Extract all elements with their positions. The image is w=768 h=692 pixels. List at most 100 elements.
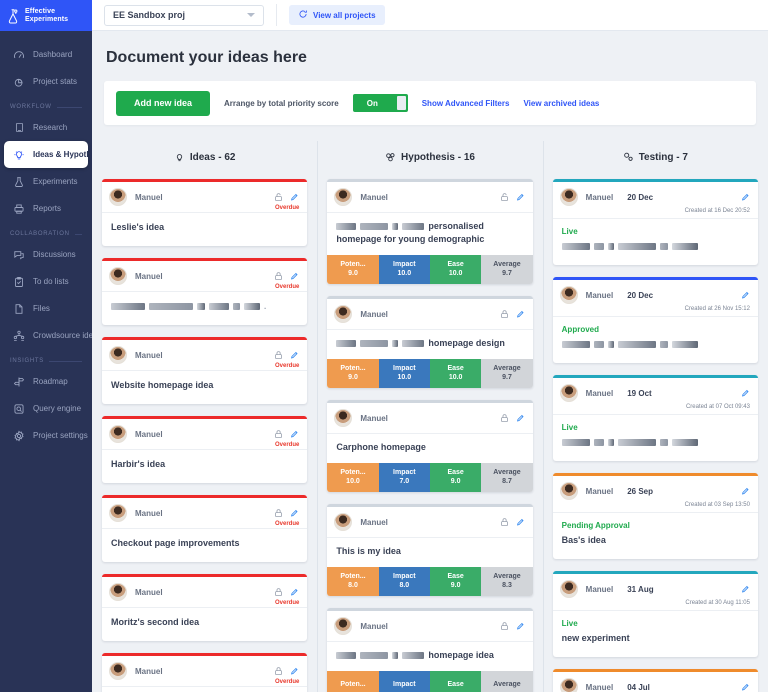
column-body-hypothesis[interactable]: Manuel personalised homepage for young de…: [317, 173, 542, 692]
sidebar-nav: Dashboard Project stats WORKFLOW Researc…: [0, 31, 92, 692]
card-date: 19 Oct: [627, 388, 652, 398]
testing-card[interactable]: Manuel04 JulCreated at 01 Jul 16:50Pendi…: [552, 669, 758, 692]
edit-pencil-icon[interactable]: [290, 666, 299, 676]
content-area: Document your ideas here Add new idea Ar…: [92, 31, 768, 692]
lock-icon[interactable]: [500, 621, 509, 631]
edit-pencil-icon[interactable]: [516, 309, 525, 319]
edit-pencil-icon[interactable]: [741, 290, 750, 300]
hypothesis-card[interactable]: Manuel homepage idea Poten... Impact Ease Ave…: [327, 608, 533, 692]
column-title: Testing - 7: [638, 151, 688, 163]
avatar: [109, 346, 127, 364]
sidebar-item-crowdsource-ideas[interactable]: Crowdsource ideas: [4, 322, 92, 349]
top-bar: EE Sandbox proj View all projects: [92, 0, 768, 31]
column-body-testing[interactable]: Manuel 20 Dec Created at 16 Dec 20:52 Live M…: [543, 173, 768, 692]
sidebar-item-dashboard[interactable]: Dashboard: [4, 41, 88, 68]
edit-pencil-icon[interactable]: [290, 192, 299, 202]
overdue-badge: Overdue: [274, 679, 300, 685]
edit-pencil-icon[interactable]: [741, 192, 750, 202]
idea-card[interactable]: Manuel Overdue Leslie's idea: [102, 179, 308, 246]
section-divider: [74, 233, 82, 235]
brand-logo[interactable]: Effective Experiments: [0, 0, 92, 31]
sidebar-item-reports[interactable]: Reports: [4, 195, 88, 222]
lock-icon[interactable]: [274, 429, 283, 439]
unlock-icon[interactable]: [274, 192, 283, 202]
sidebar-item-label: Files: [33, 304, 50, 313]
card-user: Manuel: [585, 192, 614, 202]
add-new-idea-button[interactable]: Add new idea: [116, 90, 211, 116]
card-actions: [274, 271, 299, 281]
sidebar-item-ideas-hypothesis[interactable]: Ideas & Hypothesis: [4, 141, 92, 168]
sidebar-item-label: Crowdsource ideas: [33, 331, 92, 340]
lock-icon[interactable]: [500, 413, 509, 423]
card-title: new experiment: [561, 633, 630, 643]
column-title: Ideas - 62: [189, 151, 236, 163]
status-badge: Live: [561, 619, 578, 628]
show-advanced-filters-link[interactable]: Show Advanced Filters: [422, 99, 510, 108]
edit-pencil-icon[interactable]: [516, 192, 525, 202]
edit-pencil-icon[interactable]: [741, 584, 750, 594]
edit-pencil-icon[interactable]: [290, 587, 299, 597]
priority-scores: Poten... 10.0 Impact 7.0 Ease 9.0 Average 8.7: [327, 463, 533, 492]
edit-pencil-icon[interactable]: [741, 682, 750, 692]
testing-card[interactable]: Manuel 20 Dec Created at 16 Dec 20:52 Live: [552, 179, 758, 265]
edit-pencil-icon[interactable]: [290, 429, 299, 439]
card-user: Manuel: [585, 682, 614, 692]
lock-icon[interactable]: [500, 309, 509, 319]
sidebar-item-project-stats[interactable]: Project stats: [4, 68, 88, 95]
status-badge: Live: [561, 227, 578, 236]
sidebar-item-research[interactable]: Research: [4, 114, 88, 141]
column-body-ideas[interactable]: Manuel Overdue Leslie's idea Manuel Overdue.…: [92, 173, 317, 692]
sidebar-item-query-engine[interactable]: Query engine: [4, 395, 88, 422]
sidebar-item-roadmap[interactable]: Roadmap: [4, 368, 88, 395]
edit-pencil-icon[interactable]: [741, 388, 750, 398]
edit-pencil-icon[interactable]: [516, 413, 525, 423]
card-actions: [274, 350, 299, 360]
unlock-icon[interactable]: [500, 192, 509, 202]
avatar: [559, 286, 578, 304]
idea-card[interactable]: Manuel Overdue Moritz's second idea: [102, 574, 308, 641]
hypothesis-card[interactable]: Manuel Carphone homepage Poten... 10.0 Impac…: [327, 400, 533, 492]
testing-card[interactable]: Manuel 31 Aug Created at 30 Aug 11:05 Live n…: [552, 571, 758, 657]
card-created-at: Created at 30 Aug 11:05: [552, 600, 758, 611]
sidebar-item-experiments[interactable]: Experiments: [4, 168, 88, 195]
sidebar-item-discussions[interactable]: Discussions: [4, 241, 88, 268]
idea-card[interactable]: Manuel Overdue Checkout page improvements: [102, 495, 308, 562]
lock-icon[interactable]: [274, 508, 283, 518]
sidebar-item-label: Dashboard: [33, 50, 73, 59]
lock-icon[interactable]: [500, 517, 509, 527]
testing-card[interactable]: Manuel 19 Oct Created at 07 Oct 09:43 Live: [552, 375, 758, 461]
project-selector[interactable]: EE Sandbox proj: [104, 4, 264, 26]
idea-card[interactable]: Manuel Overdue Website homepage idea: [102, 337, 308, 404]
edit-pencil-icon[interactable]: [290, 508, 299, 518]
testing-card[interactable]: Manuel 26 Sep Created at 03 Sep 13:50 Pendi…: [552, 473, 758, 559]
score-impact: Impact 10.0: [378, 359, 430, 388]
arrange-toggle[interactable]: On: [352, 94, 408, 112]
view-archived-ideas-link[interactable]: View archived ideas: [523, 99, 599, 108]
score-ease: Ease 9.0: [429, 567, 482, 596]
testing-card[interactable]: Manuel 20 Dec Created at 26 Nov 15:12 Appro…: [552, 277, 758, 363]
hypothesis-card[interactable]: Manuel homepage design Poten... 9.0 Impact 10…: [327, 296, 533, 388]
sidebar-item-project-settings[interactable]: Project settings: [4, 422, 88, 449]
edit-pencil-icon[interactable]: [741, 486, 750, 496]
view-all-projects-button[interactable]: View all projects: [289, 5, 385, 25]
lock-icon[interactable]: [274, 271, 283, 281]
idea-card[interactable]: Manuel Overdue.: [102, 653, 308, 692]
idea-card[interactable]: Manuel Overdue.: [102, 258, 308, 325]
sidebar-item-files[interactable]: Files: [4, 295, 88, 322]
lock-icon[interactable]: [274, 587, 283, 597]
idea-card[interactable]: Manuel Overdue Harbir's idea: [102, 416, 308, 483]
edit-pencil-icon[interactable]: [290, 350, 299, 360]
edit-pencil-icon[interactable]: [516, 517, 525, 527]
edit-pencil-icon[interactable]: [516, 621, 525, 631]
hypothesis-card[interactable]: Manuel personalised homepage for young de…: [327, 179, 533, 284]
sidebar-item-todo-lists[interactable]: To do lists: [4, 268, 88, 295]
card-date: 04 Jul: [627, 682, 650, 692]
avatar: [334, 188, 353, 206]
card-title: Moritz's second idea: [102, 607, 308, 641]
card-actions: [274, 192, 299, 202]
card-user: Manuel: [585, 388, 614, 398]
lock-icon[interactable]: [274, 350, 283, 360]
lock-icon[interactable]: [274, 666, 283, 676]
hypothesis-card[interactable]: Manuel This is my idea Poten... 8.0 Impact 8.…: [327, 504, 533, 596]
edit-pencil-icon[interactable]: [290, 271, 299, 281]
